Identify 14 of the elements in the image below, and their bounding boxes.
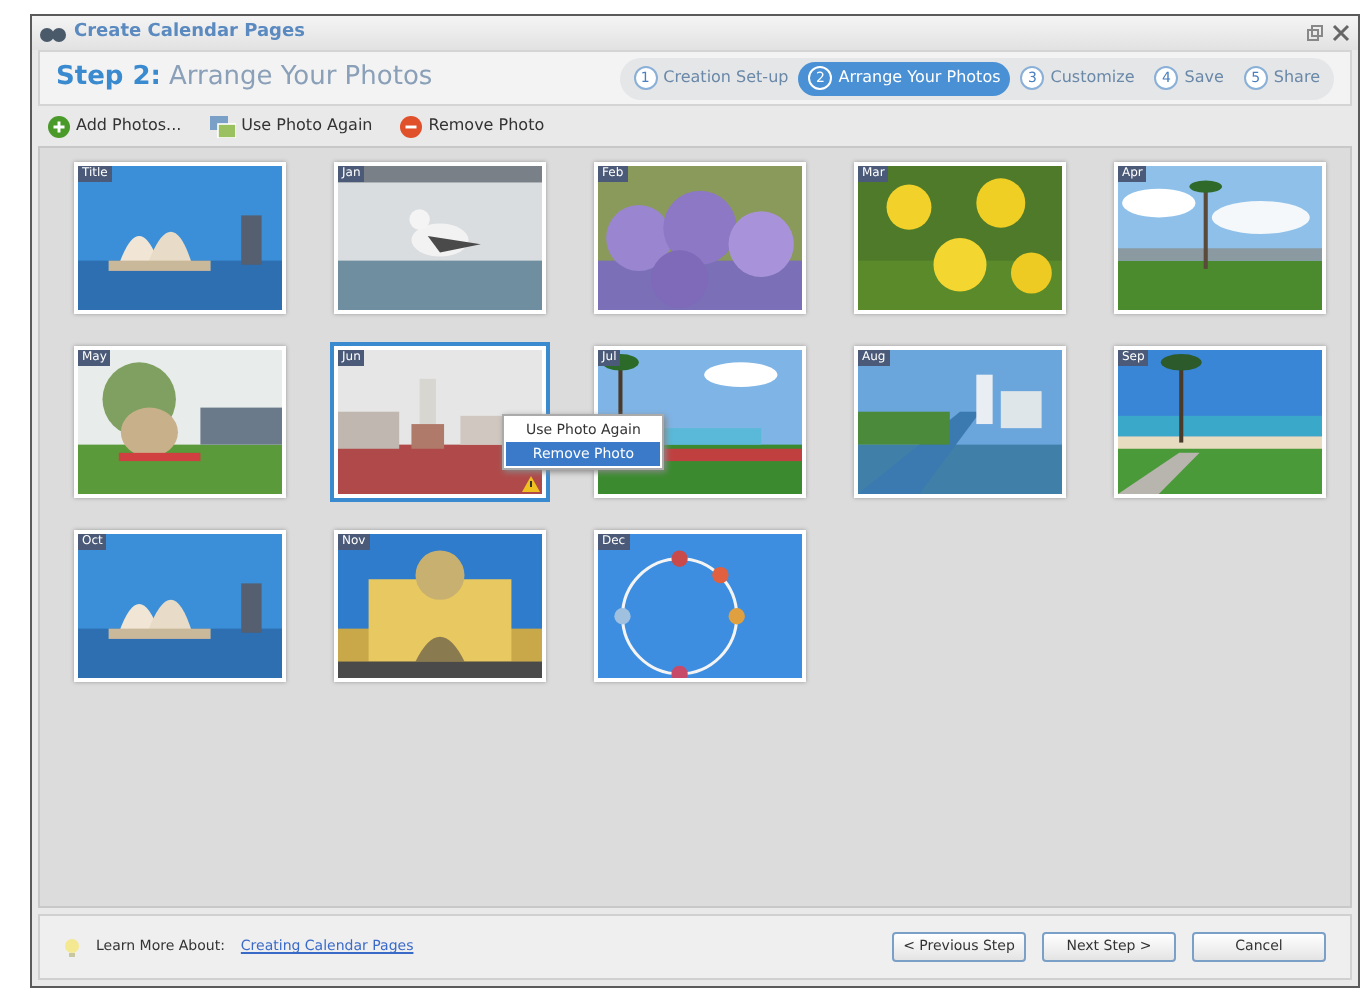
warning-icon (522, 476, 540, 492)
add-icon (48, 115, 70, 137)
binoculars-icon (40, 25, 66, 41)
photos-icon (209, 115, 236, 137)
close-icon[interactable] (1332, 24, 1350, 42)
toolbar-button[interactable]: Remove Photo (400, 114, 545, 138)
window-title: Create Calendar Pages (74, 19, 305, 46)
restore-icon[interactable] (1306, 24, 1324, 42)
step-number: Step 2: (56, 60, 161, 97)
toolbar-button[interactable]: Use Photo Again (209, 114, 373, 138)
step-title: Arrange Your Photos (168, 60, 433, 97)
lightbulb-icon (64, 937, 80, 957)
remove-icon (400, 115, 423, 137)
toolbar-button[interactable]: Add Photos... (48, 114, 182, 138)
